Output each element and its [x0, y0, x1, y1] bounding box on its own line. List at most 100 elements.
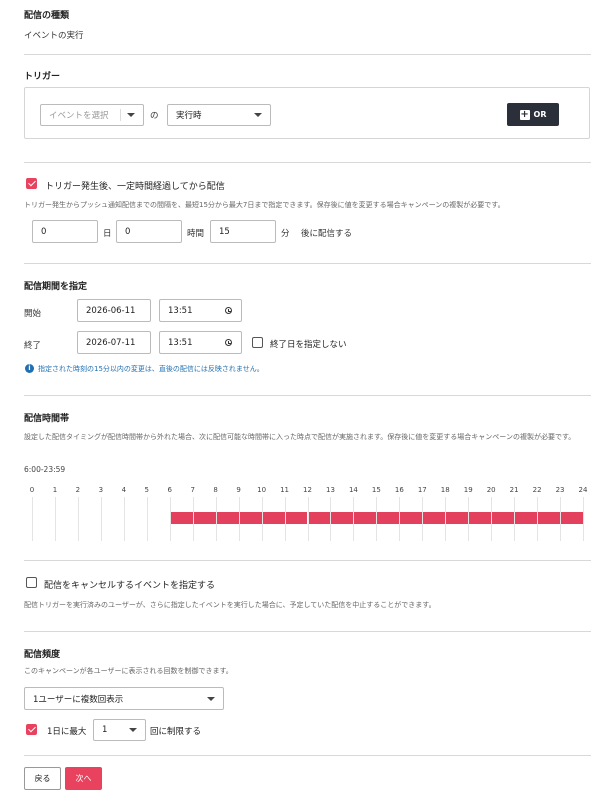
divider	[24, 395, 591, 396]
divider	[24, 631, 591, 632]
frequency-note: このキャンペーンが各ユーザーに表示される回数を制御できます。	[24, 667, 233, 675]
period-info: 指定された時刻の15分以内の変更は、直後の配信には反映されません。	[38, 365, 264, 373]
hour-tick-label: 9	[236, 486, 241, 494]
delay-minutes-input[interactable]: 15	[210, 220, 276, 243]
delay-note: トリガー発生からプッシュ通知配信までの間隔を、最短15分から最大7日まで指定でき…	[24, 201, 505, 209]
active-hour-segment[interactable]	[561, 512, 583, 524]
hour-gridline	[100, 497, 102, 541]
hour-tick-label: 21	[509, 486, 519, 494]
hour-gridline	[583, 497, 584, 541]
delay-hours-input[interactable]: 0	[116, 220, 182, 243]
active-hour-segment[interactable]	[170, 512, 193, 524]
end-time-input[interactable]: 13:51	[159, 331, 242, 354]
next-button[interactable]: 次へ	[65, 767, 102, 790]
event-select-placeholder: イベントを選択	[49, 111, 109, 121]
frequency-heading: 配信頻度	[24, 650, 61, 660]
active-hour-segment[interactable]	[515, 512, 538, 524]
hour-tick-label: 10	[257, 486, 267, 494]
event-select[interactable]: イベントを選択	[40, 104, 144, 126]
delay-checkbox-label: トリガー発生後、一定時間経過してから配信	[45, 182, 225, 192]
start-time-input[interactable]: 13:51	[159, 299, 242, 322]
chevron-down-icon	[129, 728, 137, 732]
active-hour-segment[interactable]	[308, 512, 331, 524]
delivery-type-value: イベントの実行	[24, 31, 84, 41]
select-separator	[120, 109, 121, 121]
start-date-input[interactable]: 2026-06-11	[77, 299, 151, 322]
frequency-mode-select[interactable]: 1ユーザーに複数回表示	[24, 687, 224, 710]
frequency-mode-value: 1ユーザーに複数回表示	[33, 694, 124, 705]
active-hour-segment[interactable]	[354, 512, 377, 524]
period-heading: 配信期間を指定	[24, 282, 88, 292]
days-unit-label: 日	[103, 229, 112, 239]
hour-tick-label: 16	[394, 486, 404, 494]
cancel-event-label: 配信をキャンセルするイベントを指定する	[44, 581, 216, 591]
hour-tick-label: 13	[325, 486, 335, 494]
add-or-button[interactable]: + OR	[507, 103, 559, 126]
hour-tick-label: 1	[52, 486, 58, 494]
chevron-down-icon	[127, 113, 135, 117]
hour-tick-label: 24	[578, 486, 588, 494]
minutes-unit-label: 分	[281, 229, 290, 239]
cancel-event-checkbox[interactable]	[26, 577, 37, 588]
hours-unit-label: 時間	[187, 229, 205, 239]
end-date-input[interactable]: 2026-07-11	[77, 331, 151, 354]
clock-icon	[225, 306, 232, 314]
info-icon: i	[25, 364, 34, 373]
hour-tick-label: 18	[440, 486, 450, 494]
active-hour-segment[interactable]	[331, 512, 354, 524]
active-hour-segment[interactable]	[400, 512, 423, 524]
active-hour-segment[interactable]	[492, 512, 515, 524]
active-hour-segment[interactable]	[377, 512, 400, 524]
end-label: 終了	[24, 341, 42, 351]
divider	[24, 162, 591, 163]
hour-tick-label: 11	[280, 486, 289, 494]
active-hour-segment[interactable]	[193, 512, 216, 524]
no-end-date-checkbox[interactable]	[252, 337, 263, 348]
active-hour-segment[interactable]	[446, 512, 469, 524]
hour-gridline	[77, 497, 79, 541]
hour-tick-label: 23	[555, 486, 565, 494]
hour-gridline	[123, 497, 125, 541]
chevron-down-icon	[207, 696, 215, 701]
delivery-type-heading: 配信の種類	[24, 11, 70, 21]
hour-gridline	[32, 497, 33, 541]
chevron-down-icon	[254, 113, 262, 117]
no-end-date-label: 終了日を指定しない	[270, 340, 347, 350]
timing-select[interactable]: 実行時	[167, 104, 271, 126]
hour-tick-label: 7	[190, 486, 195, 494]
hour-gridline	[146, 497, 148, 541]
active-hour-segment[interactable]	[423, 512, 446, 524]
active-hour-segment[interactable]	[469, 512, 492, 524]
active-hour-segment[interactable]	[216, 512, 239, 524]
hour-tick-label: 0	[29, 486, 35, 494]
hour-tick-label: 5	[144, 486, 150, 494]
delay-suffix: 後に配信する	[301, 229, 353, 239]
hour-tick-label: 12	[303, 486, 312, 494]
start-time-value: 13:51	[168, 305, 193, 316]
back-button[interactable]: 戻る	[24, 767, 61, 790]
divider	[24, 560, 591, 561]
divider	[24, 755, 591, 756]
or-button-label: OR	[533, 110, 547, 119]
trigger-connector: の	[150, 111, 159, 121]
frequency-limit-suffix: 回に制限する	[150, 727, 202, 737]
start-label: 開始	[24, 309, 42, 319]
hour-tick-label: 6	[167, 486, 172, 494]
hour-tick-label: 3	[98, 486, 104, 494]
hour-tick-label: 20	[486, 486, 496, 494]
hour-gridline	[54, 497, 56, 541]
frequency-limit-checkbox[interactable]	[26, 724, 37, 735]
delay-checkbox[interactable]	[26, 178, 37, 189]
hour-tick-label: 19	[463, 486, 473, 494]
hour-tick-label: 17	[417, 486, 427, 494]
frequency-limit-select[interactable]: 1	[93, 719, 146, 741]
active-hour-segment[interactable]	[239, 512, 262, 524]
time-range-label: 6:00-23:59	[24, 465, 66, 474]
hour-tick-label: 2	[75, 486, 81, 494]
active-hour-segment[interactable]	[538, 512, 561, 524]
hour-tick-label: 14	[348, 486, 358, 494]
end-time-value: 13:51	[168, 337, 193, 348]
active-hour-segment[interactable]	[262, 512, 285, 524]
active-hour-segment[interactable]	[285, 512, 308, 524]
delay-days-input[interactable]: 0	[32, 220, 98, 243]
